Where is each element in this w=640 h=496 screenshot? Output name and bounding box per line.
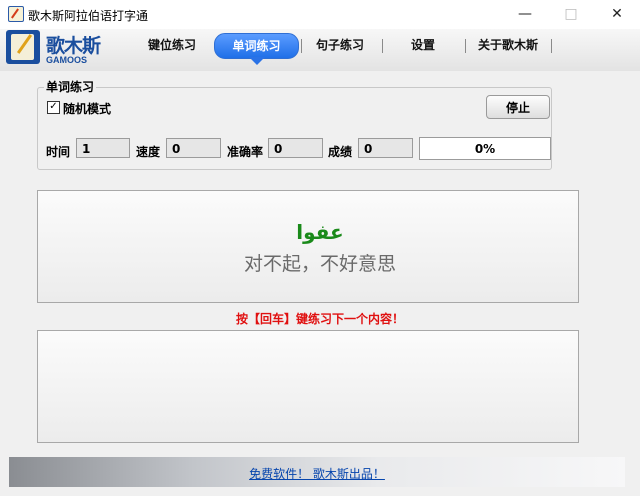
footer-link[interactable]: 免费软件！ 歌木斯出品！ <box>9 465 625 482</box>
minimize-button[interactable]: — <box>502 0 548 29</box>
tab-word-practice[interactable]: 单词练习 <box>214 33 299 59</box>
word-meaning: 对不起，不好意思 <box>243 253 396 275</box>
app-icon <box>8 6 24 22</box>
speed-label: 速度 <box>136 145 161 159</box>
score-field: 0 <box>358 138 413 158</box>
footer-bar: 免费软件！ 歌木斯出品！ <box>9 457 625 487</box>
nav-divider <box>301 39 302 53</box>
score-label: 成绩 <box>328 145 353 159</box>
time-label: 时间 <box>46 145 71 159</box>
tab-settings[interactable]: 设置 <box>384 33 462 57</box>
word-display-panel <box>37 190 579 303</box>
accuracy-field: 0 <box>268 138 323 158</box>
tab-key-practice[interactable]: 键位练习 <box>132 33 212 57</box>
window-title: 歌木斯阿拉伯语打字通 <box>28 9 149 23</box>
title-bar: 歌木斯阿拉伯语打字通 — □ ✕ <box>0 0 640 30</box>
accuracy-label: 准确率 <box>227 145 264 159</box>
logo-icon <box>6 30 40 64</box>
active-tab-caret-icon <box>249 57 265 65</box>
nav-divider <box>382 39 383 53</box>
progress-bar: 0% <box>419 137 551 160</box>
group-title: 单词练习 <box>44 78 97 95</box>
logo-subtext: GAMOOS <box>46 55 88 65</box>
nav-divider <box>465 39 466 53</box>
hint-text: 按【回车】键练习下一个内容！ <box>235 312 404 326</box>
progress-text: 0% <box>474 142 496 156</box>
stop-button[interactable]: 停止 <box>486 95 550 119</box>
nav-bar: 歌木斯 GAMOOS 键位练习 单词练习 句子练习 设置 关于歌木斯 <box>0 29 640 71</box>
tab-sentence-practice[interactable]: 句子练习 <box>303 33 377 57</box>
speed-field: 0 <box>166 138 221 158</box>
maximize-button[interactable]: □ <box>548 0 594 29</box>
logo-text: 歌木斯 <box>46 35 101 57</box>
nav-divider <box>551 39 552 53</box>
arabic-word: عفوا <box>296 220 344 244</box>
random-mode-checkbox[interactable]: ✓ <box>47 101 60 114</box>
tab-about[interactable]: 关于歌木斯 <box>467 33 549 57</box>
typing-input-area[interactable] <box>37 330 579 443</box>
close-button[interactable]: ✕ <box>594 0 640 29</box>
time-field: 1 <box>76 138 130 158</box>
random-mode-label[interactable]: 随机模式 <box>63 100 111 117</box>
